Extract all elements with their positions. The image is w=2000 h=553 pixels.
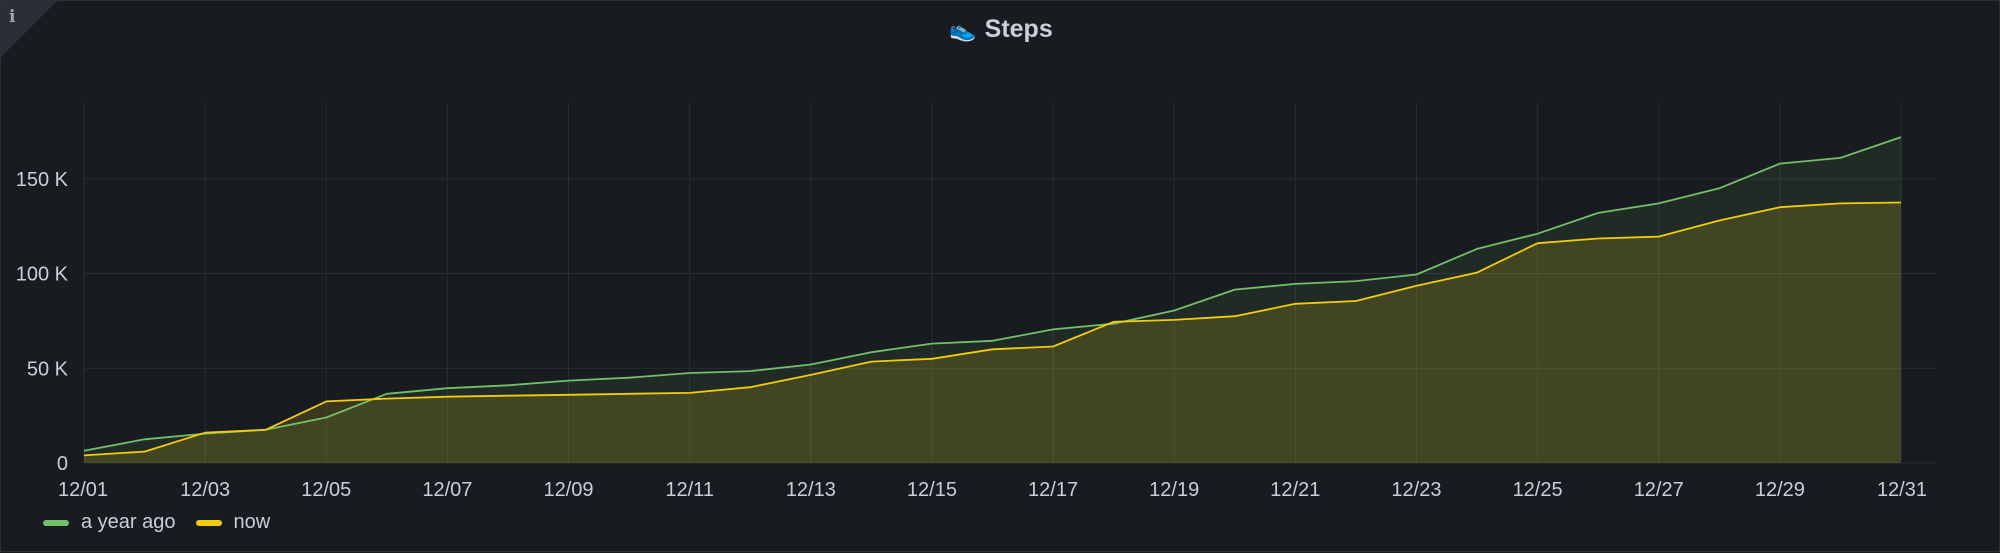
legend-item-now[interactable]: now: [196, 511, 271, 534]
legend-label-now: now: [234, 511, 271, 534]
x-tick-label: 12/23: [1391, 479, 1441, 501]
x-tick-label: 12/05: [301, 479, 351, 501]
area-now: [84, 203, 1901, 464]
x-tick-label: 12/27: [1634, 479, 1684, 501]
chart-panel: i 👟Steps 12/0112/0312/0512/0712/0912/111…: [0, 0, 2000, 552]
legend-swatch-a-year-ago: [43, 520, 69, 526]
x-tick-label: 12/07: [422, 479, 472, 501]
x-tick-label: 12/21: [1270, 479, 1320, 501]
x-tick-label: 12/19: [1149, 479, 1199, 501]
y-tick-label: 50 K: [27, 358, 69, 380]
legend-label-a-year-ago: a year ago: [81, 511, 176, 534]
legend-item-a-year-ago[interactable]: a year ago: [43, 511, 176, 534]
y-tick-label: 0: [57, 453, 68, 475]
x-axis: 12/01 12/03 12/05 12/07 12/09 12/11 12/13 12/15…: [58, 479, 1927, 501]
y-tick-label: 100 K: [16, 264, 69, 286]
x-tick-label: 12/09: [544, 479, 594, 501]
chart-areas: [84, 137, 1901, 463]
x-tick-label: 12/17: [1028, 479, 1078, 501]
x-tick-label: 12/01: [58, 479, 108, 501]
x-tick-label: 12/25: [1513, 479, 1563, 501]
x-tick-label: 12/15: [907, 479, 957, 501]
x-tick-label: 12/31: [1877, 479, 1927, 501]
x-tick-label: 12/13: [786, 479, 836, 501]
legend-swatch-now: [196, 520, 222, 526]
x-tick-label: 12/03: [180, 479, 230, 501]
x-tick-label: 12/11: [665, 479, 714, 501]
y-axis: 0 50 K 100 K 150 K: [16, 169, 69, 475]
steps-area-chart: 12/01 12/03 12/05 12/07 12/09 12/11 12/13 12/15…: [1, 1, 2000, 553]
y-tick-label: 150 K: [16, 169, 69, 191]
x-tick-label: 12/29: [1755, 479, 1805, 501]
chart-legend: a year ago now: [43, 511, 290, 534]
